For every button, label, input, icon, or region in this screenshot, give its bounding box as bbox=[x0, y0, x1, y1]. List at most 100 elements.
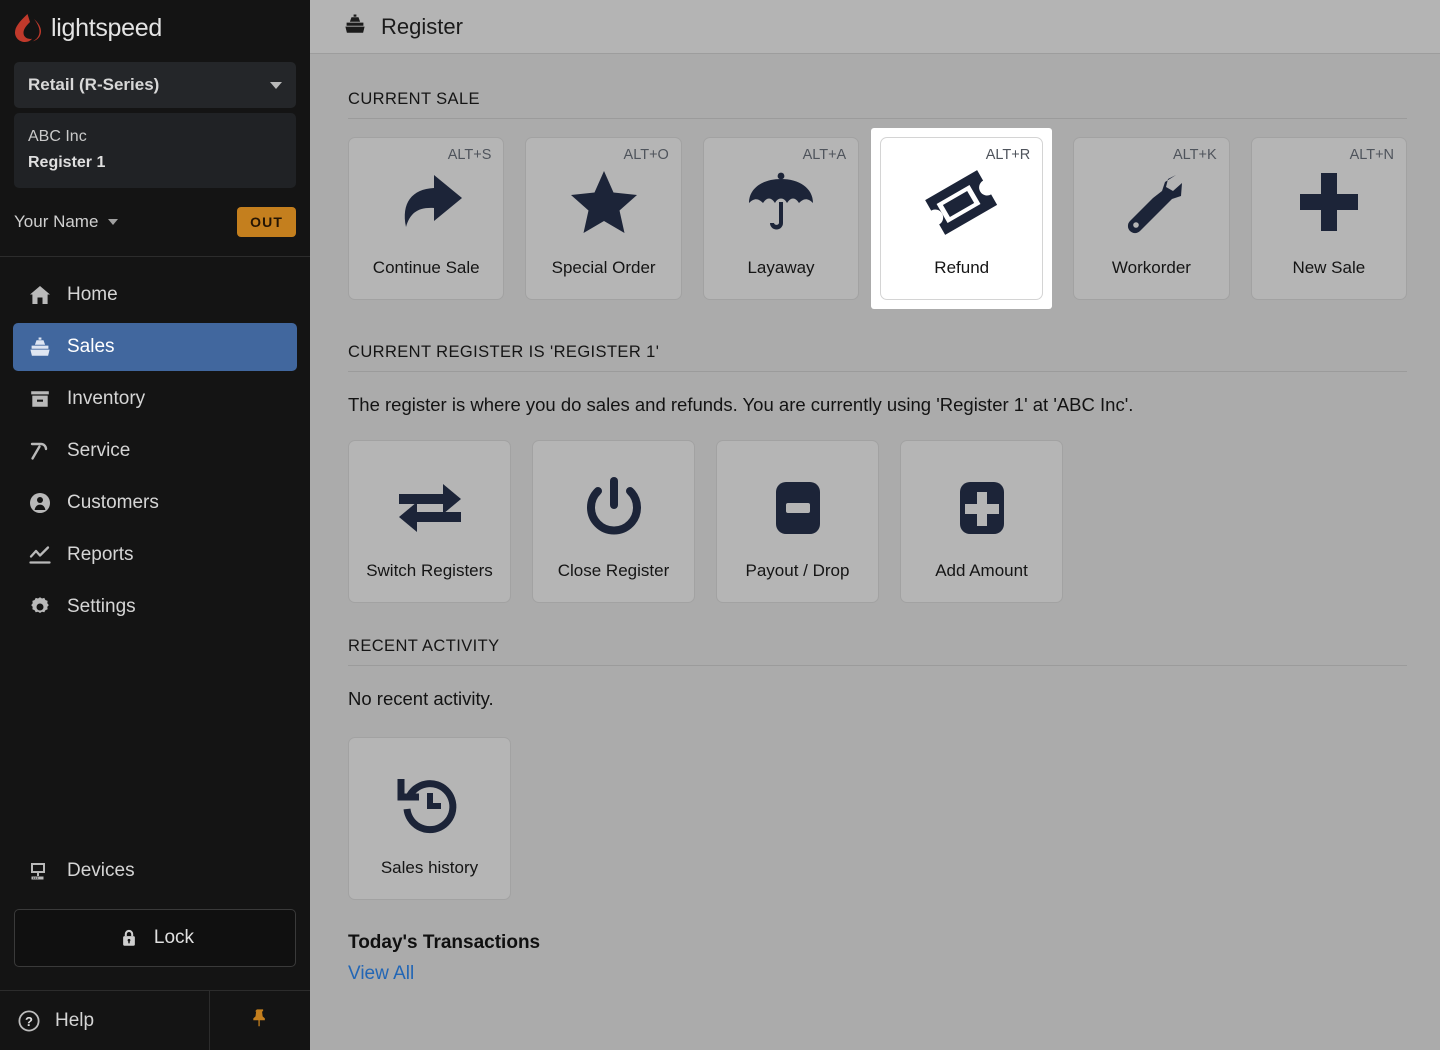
sidebar-item-inventory[interactable]: Inventory bbox=[13, 375, 297, 423]
main-area: Register CURRENT SALE ALT+S Continue Sal… bbox=[310, 0, 1440, 1050]
sidebar-item-label: Sales bbox=[67, 336, 115, 358]
sidebar-item-settings[interactable]: Settings bbox=[13, 583, 297, 631]
pushpin-icon bbox=[249, 1006, 271, 1035]
tile-label: Sales history bbox=[380, 858, 479, 877]
question-circle-icon: ? bbox=[16, 1008, 42, 1034]
help-label: Help bbox=[55, 1009, 95, 1031]
add-amount-tile[interactable]: Add Amount bbox=[900, 440, 1063, 603]
view-all-link[interactable]: View All bbox=[348, 954, 414, 985]
tile-shortcut: ALT+K bbox=[1172, 147, 1217, 163]
box-icon bbox=[27, 386, 53, 412]
sidebar-item-label: Devices bbox=[67, 860, 135, 881]
chevron-down-icon bbox=[270, 81, 282, 89]
swap-arrows-icon bbox=[349, 441, 510, 561]
special-order-tile[interactable]: ALT+O Special Order bbox=[525, 137, 682, 300]
home-icon bbox=[27, 282, 53, 308]
lock-button-label: Lock bbox=[153, 927, 195, 948]
chart-line-icon bbox=[27, 542, 53, 568]
user-name: Your Name bbox=[14, 212, 99, 232]
current-register-description: The register is where you do sales and r… bbox=[348, 394, 1134, 415]
recent-activity-empty-message: No recent activity. bbox=[348, 688, 494, 709]
sidebar-item-service[interactable]: Service bbox=[13, 427, 297, 475]
current-register-heading: CURRENT REGISTER IS 'REGISTER 1' bbox=[348, 343, 660, 361]
sidebar-bottom-bar: ? Help bbox=[0, 990, 310, 1050]
hammer-icon bbox=[27, 438, 53, 464]
page-title: Register bbox=[381, 13, 463, 39]
lock-icon bbox=[116, 925, 142, 951]
plus-square-icon bbox=[901, 441, 1062, 561]
chevron-down-icon bbox=[108, 219, 119, 226]
layaway-tile[interactable]: ALT+A Layaway bbox=[702, 137, 860, 300]
section-divider bbox=[348, 665, 1407, 666]
close-register-tile[interactable]: Close Register bbox=[532, 440, 695, 603]
switch-registers-tile[interactable]: Switch Registers bbox=[348, 440, 511, 603]
tile-shortcut: ALT+A bbox=[802, 147, 847, 163]
account-selector[interactable]: Retail (R-Series) bbox=[14, 62, 296, 108]
lock-button[interactable]: Lock bbox=[14, 909, 296, 967]
tile-shortcut: ALT+S bbox=[447, 147, 492, 163]
workorder-tile[interactable]: ALT+K Workorder bbox=[1073, 137, 1230, 300]
tile-label: Switch Registers bbox=[366, 561, 493, 580]
sidebar-item-devices[interactable]: Devices bbox=[0, 847, 310, 895]
tile-label: Add Amount bbox=[935, 561, 1028, 580]
register-icon bbox=[27, 334, 53, 360]
gear-icon bbox=[27, 594, 53, 620]
sidebar-item-home[interactable]: Home bbox=[13, 271, 297, 319]
continue-sale-tile[interactable]: ALT+S Continue Sale bbox=[348, 137, 505, 300]
recent-activity-tiles: Sales history bbox=[348, 737, 1407, 900]
shop-register-info[interactable]: ABC Inc Register 1 bbox=[14, 113, 296, 189]
shop-name: ABC Inc bbox=[28, 128, 87, 145]
tile-shortcut: ALT+R bbox=[985, 147, 1031, 163]
tile-label: Payout / Drop bbox=[745, 561, 850, 580]
power-icon bbox=[533, 441, 694, 561]
recent-activity-heading: RECENT ACTIVITY bbox=[348, 637, 500, 655]
history-clock-icon bbox=[349, 738, 510, 858]
minus-square-icon bbox=[717, 441, 878, 561]
sidebar-item-label: Home bbox=[67, 284, 118, 306]
sidebar-item-label: Reports bbox=[67, 544, 134, 566]
tile-label: Refund bbox=[934, 258, 990, 277]
page-content: CURRENT SALE ALT+S Continue Sale ALT+O S… bbox=[310, 54, 1440, 1050]
clock-status-badge[interactable]: OUT bbox=[237, 207, 296, 238]
tile-label: Workorder bbox=[1111, 258, 1191, 277]
sidebar-item-customers[interactable]: Customers bbox=[13, 479, 297, 527]
svg-text:?: ? bbox=[25, 1014, 33, 1029]
tile-shortcut: ALT+O bbox=[623, 147, 669, 163]
tile-label: Close Register bbox=[557, 561, 670, 580]
desktop-icon bbox=[27, 858, 53, 884]
tile-label: Continue Sale bbox=[372, 258, 480, 277]
tile-label: Layaway bbox=[747, 258, 815, 277]
section-divider bbox=[348, 118, 1407, 119]
pin-sidebar-button[interactable] bbox=[210, 991, 310, 1050]
help-button[interactable]: ? Help bbox=[0, 991, 210, 1050]
section-divider bbox=[348, 371, 1407, 372]
brand: lightspeed bbox=[0, 0, 310, 56]
sidebar-nav: Home Sales Inventory Service Customers R… bbox=[0, 257, 310, 631]
refund-tile-focus-ring: ALT+R Refund bbox=[871, 128, 1053, 309]
tile-shortcut: ALT+N bbox=[1349, 147, 1395, 163]
new-sale-tile[interactable]: ALT+N New Sale bbox=[1250, 137, 1408, 300]
sales-history-tile[interactable]: Sales history bbox=[348, 737, 511, 900]
account-selector-label: Retail (R-Series) bbox=[28, 75, 160, 94]
lightspeed-flame-icon bbox=[14, 13, 42, 43]
refund-tile[interactable]: ALT+R Refund bbox=[880, 137, 1044, 300]
sidebar: lightspeed Retail (R-Series) ABC Inc Reg… bbox=[0, 0, 310, 1050]
brand-name: lightspeed bbox=[51, 13, 162, 42]
user-menu[interactable]: Your Name bbox=[14, 212, 119, 232]
payout-drop-tile[interactable]: Payout / Drop bbox=[716, 440, 879, 603]
register-name: Register 1 bbox=[28, 153, 106, 171]
page-header: Register bbox=[310, 0, 1440, 54]
tile-label: New Sale bbox=[1292, 258, 1366, 277]
sidebar-item-label: Settings bbox=[67, 596, 136, 618]
current-sale-tiles: ALT+S Continue Sale ALT+O Special Order … bbox=[348, 128, 1408, 309]
current-sale-heading: CURRENT SALE bbox=[348, 90, 480, 108]
sidebar-item-label: Service bbox=[67, 440, 131, 462]
current-register-tiles: Switch Registers Close Register Payout /… bbox=[348, 440, 1407, 603]
sidebar-item-sales[interactable]: Sales bbox=[13, 323, 297, 372]
register-icon bbox=[343, 12, 367, 41]
app-root: lightspeed Retail (R-Series) ABC Inc Reg… bbox=[0, 0, 1440, 1050]
sidebar-item-reports[interactable]: Reports bbox=[13, 531, 297, 579]
